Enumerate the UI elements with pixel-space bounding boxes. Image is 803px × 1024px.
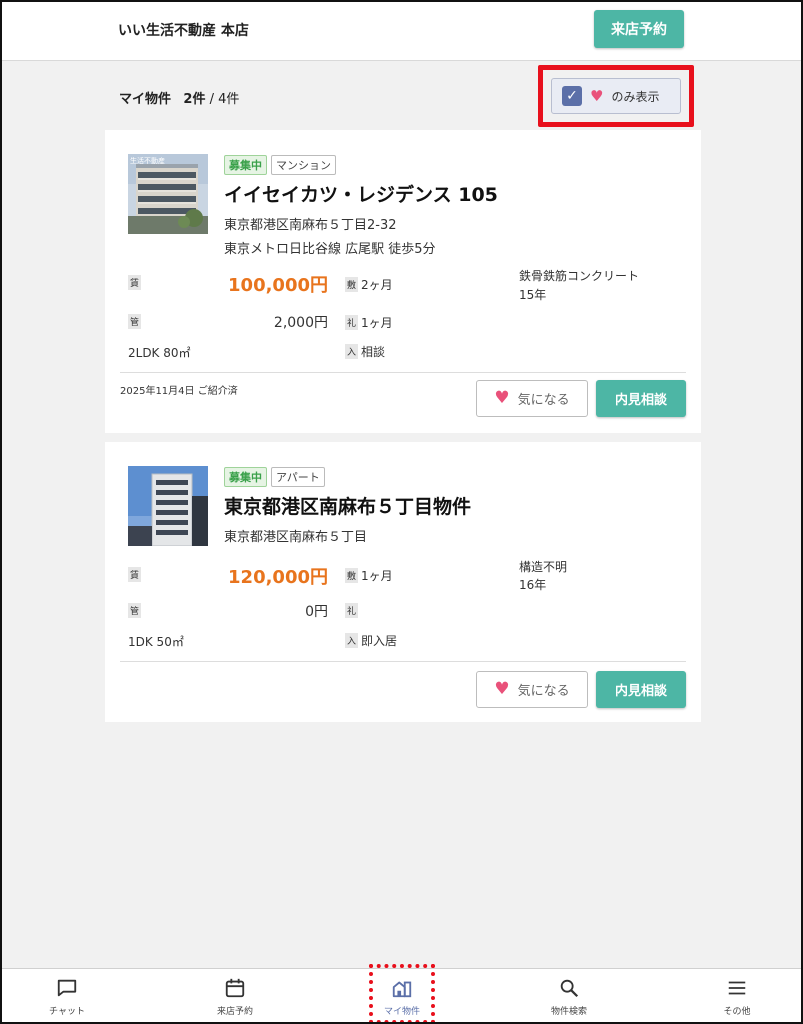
building-age: 15年 xyxy=(519,288,547,302)
status-badge: 募集中 xyxy=(224,155,267,175)
property-card[interactable]: 募集中 アパート 東京都港区南麻布５丁目物件 東京都港区南麻布５丁目 賃 120… xyxy=(105,442,701,722)
property-address: 東京都港区南麻布５丁目2-32 xyxy=(224,218,397,233)
nav-item-chat[interactable]: チャット xyxy=(27,977,107,1017)
introduced-date: 2025年11月4日 ご紹介済 xyxy=(120,386,238,397)
building-age: 16年 xyxy=(519,578,547,592)
rent-tag: 賃 xyxy=(128,567,141,582)
property-address: 東京都港区南麻布５丁目 xyxy=(224,530,368,545)
property-title[interactable]: 東京都港区南麻布５丁目物件 xyxy=(224,492,471,519)
deposit-row: 敷 1ヶ月 xyxy=(345,567,393,584)
card-divider xyxy=(120,661,686,662)
menu-icon xyxy=(728,981,746,995)
key-money-value: 1ヶ月 xyxy=(361,316,393,330)
property-card[interactable]: 生活不動産 募集中 マンション イイセイカツ・レジデンス 105 東京都港区南麻… xyxy=(105,130,701,433)
rent-tag: 賃 xyxy=(128,275,141,290)
photo-watermark: 生活不動産 xyxy=(130,156,165,165)
list-count: 2件 xyxy=(183,92,206,107)
key-money-row: 礼 xyxy=(345,603,361,618)
search-icon xyxy=(560,979,579,998)
movein-tag: 入 xyxy=(345,344,358,359)
mgmt-row: 管 xyxy=(128,603,144,618)
nav-label: チャット xyxy=(49,1007,85,1017)
movein-row: 入 即入居 xyxy=(345,632,397,649)
heart-icon: ♥ xyxy=(494,679,510,699)
rent-row: 賃 xyxy=(128,275,144,290)
mgmt-tag: 管 xyxy=(128,314,141,329)
deposit-tag: 敷 xyxy=(345,568,358,583)
type-badge: アパート xyxy=(271,467,325,487)
favorite-button[interactable]: ♥ 気になる xyxy=(476,380,588,417)
mgmt-tag: 管 xyxy=(128,603,141,618)
heart-icon: ♥ xyxy=(494,388,510,408)
favorite-label: 気になる xyxy=(517,393,570,408)
badge-group: 募集中 マンション xyxy=(224,155,336,175)
layout-area: 1DK 50㎡ xyxy=(128,635,184,649)
nav-item-visit[interactable]: 来店予約 xyxy=(195,977,275,1017)
deposit-tag: 敷 xyxy=(345,277,358,292)
rent-value: 100,000円 xyxy=(228,275,328,296)
nav-item-search[interactable]: 物件検索 xyxy=(529,977,609,1017)
deposit-row: 敷 2ヶ月 xyxy=(345,276,393,293)
mgmt-fee-value: 0円 xyxy=(305,604,328,620)
favorite-button[interactable]: ♥ 気になる xyxy=(476,671,588,708)
viewing-consult-button[interactable]: 内見相談 xyxy=(596,380,686,417)
mgmt-row: 管 xyxy=(128,314,144,329)
type-badge: マンション xyxy=(271,155,336,175)
movein-row: 入 相談 xyxy=(345,343,385,360)
key-money-tag: 礼 xyxy=(345,603,358,618)
nav-label: その他 xyxy=(723,1007,751,1017)
viewing-consult-button[interactable]: 内見相談 xyxy=(596,671,686,708)
chat-icon xyxy=(57,979,77,997)
badge-group: 募集中 アパート xyxy=(224,467,325,487)
status-badge: 募集中 xyxy=(224,467,267,487)
list-total: / 4件 xyxy=(205,92,240,107)
shop-name: いい生活不動産 本店 xyxy=(118,23,249,39)
nav-label: 来店予約 xyxy=(216,1007,253,1017)
structure: 構造不明 xyxy=(519,560,568,574)
deposit-value: 2ヶ月 xyxy=(361,278,393,292)
layout-area: 2LDK 80㎡ xyxy=(128,346,191,360)
mgmt-fee-value: 2,000円 xyxy=(273,315,328,331)
key-money-tag: 礼 xyxy=(345,315,358,330)
nav-item-other[interactable]: その他 xyxy=(697,977,777,1017)
top-header: いい生活不動産 本店 来店予約 xyxy=(2,2,801,61)
rent-row: 賃 xyxy=(128,567,144,582)
property-access: 東京メトロ日比谷線 広尾駅 徒歩5分 xyxy=(224,242,436,257)
calendar-icon xyxy=(225,978,245,998)
movein-tag: 入 xyxy=(345,633,358,648)
structure: 鉄骨鉄筋コンクリート xyxy=(519,269,640,283)
rent-value: 120,000円 xyxy=(228,567,328,588)
card-divider xyxy=(120,372,686,373)
movein-value: 相談 xyxy=(361,345,386,359)
nav-highlight-box xyxy=(369,964,435,1022)
visit-reservation-button[interactable]: 来店予約 xyxy=(594,10,684,48)
property-photo xyxy=(128,466,208,546)
favorite-label: 気になる xyxy=(517,684,570,699)
deposit-value: 1ヶ月 xyxy=(361,569,393,583)
list-title-label: マイ物件 xyxy=(119,92,172,107)
nav-label: 物件検索 xyxy=(550,1007,587,1017)
property-title[interactable]: イイセイカツ・レジデンス 105 xyxy=(224,180,498,207)
list-title: マイ物件 2件 / 4件 xyxy=(119,88,239,107)
filter-highlight-box xyxy=(538,65,694,127)
key-money-row: 礼 1ヶ月 xyxy=(345,314,393,331)
movein-value: 即入居 xyxy=(361,634,398,648)
property-photo: 生活不動産 xyxy=(128,154,208,234)
app-frame: いい生活不動産 本店 来店予約 マイ物件 2件 / 4件 ✓ ♥ のみ表示 生活… xyxy=(0,0,803,1024)
